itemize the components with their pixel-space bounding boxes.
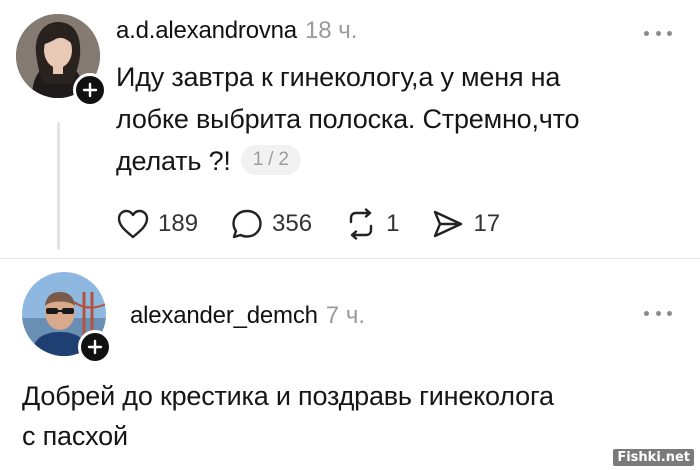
more-horizontal-icon-dot [655, 310, 661, 316]
comment-button[interactable]: 356 [230, 208, 312, 240]
page-indicator[interactable]: 1 / 2 [240, 144, 301, 175]
reply-text-line: Добрей до крестика и поздравь гинеколога [22, 381, 554, 411]
post-header: a.d.alexandrovna 18 ч. [116, 16, 357, 49]
reply-timestamp: 7 ч. [325, 302, 365, 329]
comment-count: 356 [272, 210, 313, 237]
repost-count: 1 [386, 210, 400, 237]
post-text-last-line: делать ?! 1 / 2 [116, 140, 686, 182]
heart-icon [117, 209, 149, 239]
post-timestamp: 18 ч. [304, 17, 358, 44]
thread-connector-line [57, 122, 60, 250]
post-divider [0, 258, 700, 259]
more-options-button[interactable] [644, 28, 672, 38]
reply-text-line: с пасхой [22, 421, 128, 451]
share-button[interactable]: 17 [431, 208, 500, 240]
comment-bubble-icon [232, 209, 262, 239]
follow-button-reply-author[interactable] [78, 330, 112, 364]
more-horizontal-icon-dot [667, 310, 672, 316]
reply-body: Добрей до крестика и поздравь гинеколога… [22, 376, 682, 456]
more-horizontal-icon [644, 310, 649, 316]
reply-more-options-button[interactable] [644, 308, 672, 318]
repost-button[interactable]: 1 [344, 208, 399, 240]
like-count: 189 [158, 210, 199, 237]
post-text-line: Иду завтра к гинекологу,а у меня на [116, 62, 561, 92]
share-count: 17 [473, 210, 501, 237]
like-button[interactable]: 189 [116, 208, 198, 240]
more-horizontal-icon [644, 30, 649, 36]
post-body: Иду завтра к гинекологу,а у меня на лобк… [116, 56, 686, 182]
more-horizontal-icon-dot [667, 30, 672, 36]
plus-icon [87, 339, 103, 355]
reply-header: alexander_demch 7 ч. [130, 301, 365, 334]
follow-button-post-author[interactable] [73, 73, 107, 107]
site-watermark: Fishki.net [613, 449, 694, 466]
post-action-bar: 189 356 1 17 [116, 206, 532, 242]
reply-username[interactable]: alexander_demch [130, 302, 318, 329]
repost-icon [349, 208, 373, 240]
send-icon [434, 210, 463, 238]
post-username[interactable]: a.d.alexandrovna [116, 17, 297, 44]
post-text-line: делать ?! [116, 146, 231, 176]
post-text-line: лобке выбрита полоска. Стремно,что [116, 104, 580, 134]
more-horizontal-icon-dot [655, 30, 661, 36]
plus-icon [82, 82, 98, 98]
